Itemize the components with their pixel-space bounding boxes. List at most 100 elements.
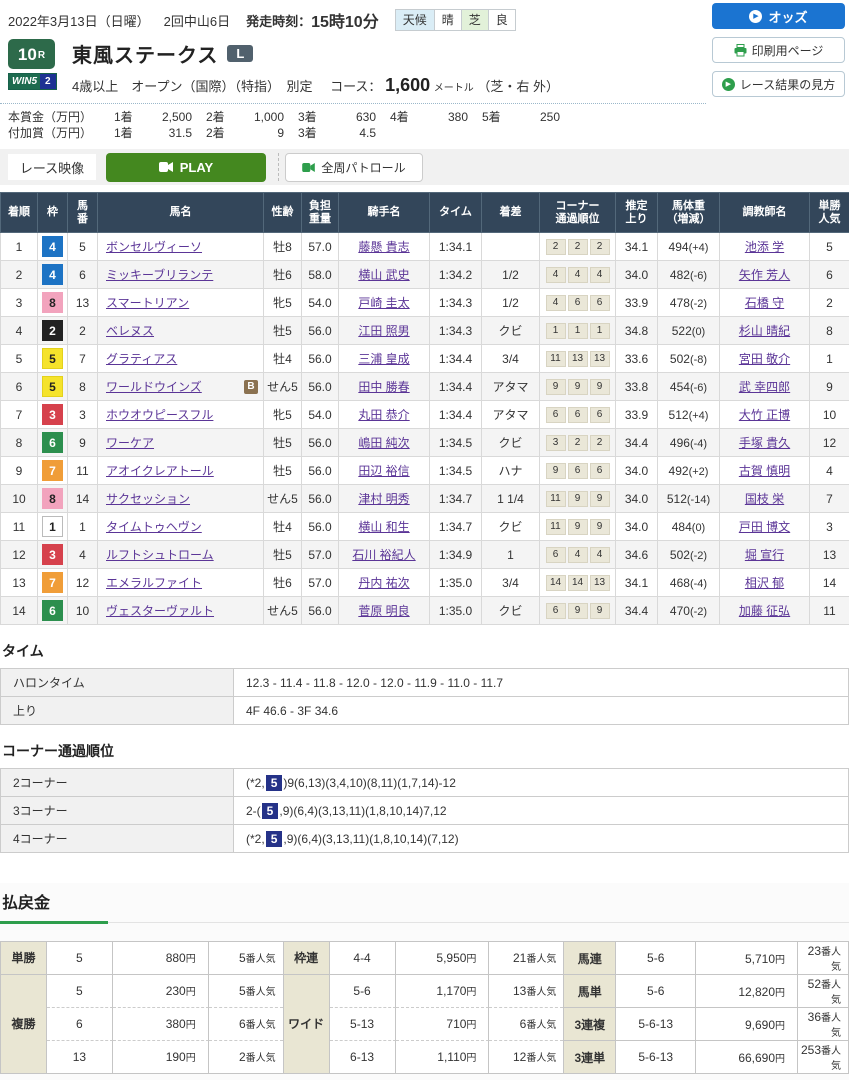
- payout-favorite-rank: 5番人気: [209, 974, 283, 1007]
- carried-weight: 57.0: [302, 233, 339, 261]
- horse-name-link[interactable]: ベレヌス: [106, 324, 154, 338]
- trainer-link[interactable]: 石橋 守: [745, 296, 784, 310]
- trainer-link[interactable]: 古賀 慎明: [739, 464, 790, 478]
- jockey-link[interactable]: 横山 和生: [358, 520, 409, 534]
- corner-passing-cell: 666: [540, 401, 616, 429]
- horse-number: 7: [68, 345, 98, 373]
- sex-age: 牡5: [264, 457, 302, 485]
- payout-amount: 5,710円: [696, 942, 798, 974]
- horse-number: 3: [68, 401, 98, 429]
- prize-place-label: 2着: [206, 109, 234, 125]
- race-video-button[interactable]: レース映像: [8, 154, 96, 180]
- sex-age: 牡6: [264, 261, 302, 289]
- jockey-cell: 菅原 明良: [339, 597, 430, 625]
- jockey-link[interactable]: 戸崎 圭太: [358, 296, 409, 310]
- horse-name-link[interactable]: ホウオウピースフル: [106, 408, 213, 422]
- corner-position: 6: [590, 295, 610, 311]
- favorite-suffix: 番人気: [526, 1020, 556, 1031]
- finish-position: 14: [1, 597, 38, 625]
- jockey-link[interactable]: 丹内 祐次: [358, 576, 409, 590]
- corner-row-label: 2コーナー: [1, 769, 234, 797]
- horse-name-link[interactable]: スマートリアン: [106, 296, 189, 310]
- horse-name-link[interactable]: グラティアス: [106, 352, 177, 366]
- margin: 1: [482, 541, 540, 569]
- trainer-link[interactable]: 杉山 晴紀: [739, 324, 790, 338]
- horse-name-link[interactable]: ミッキーブリランテ: [106, 268, 213, 282]
- play-button[interactable]: PLAY: [106, 153, 266, 182]
- horse-name-link[interactable]: ヴェスターヴァルト: [106, 604, 214, 618]
- results-guide-button[interactable]: ▶ レース結果の見方: [712, 71, 845, 97]
- jockey-link[interactable]: 三浦 皇成: [358, 352, 409, 366]
- horse-name-link[interactable]: ワールドウインズ: [106, 380, 202, 394]
- body-weight-diff: (-6): [690, 382, 707, 394]
- margin: クビ: [482, 597, 540, 625]
- horse-name-link[interactable]: ワーケア: [106, 436, 154, 450]
- body-weight-diff: (+4): [689, 410, 709, 422]
- jockey-link[interactable]: 江田 照男: [358, 324, 409, 338]
- time-row: ハロンタイム12.3 - 11.4 - 11.8 - 12.0 - 12.0 -…: [1, 669, 849, 697]
- favorite-suffix: 番人気: [526, 1053, 556, 1064]
- jockey-link[interactable]: 藤懸 貴志: [358, 240, 409, 254]
- trainer-link[interactable]: 手塚 貴久: [739, 436, 790, 450]
- frame-number-badge: 3: [42, 404, 63, 425]
- horse-name-link[interactable]: ボンセルヴィーソ: [106, 240, 202, 254]
- trainer-link[interactable]: 堀 宣行: [745, 548, 784, 562]
- horse-name-link[interactable]: エメラルファイト: [106, 576, 202, 590]
- jockey-link[interactable]: 菅原 明良: [358, 604, 409, 618]
- frame-cell: 3: [38, 401, 68, 429]
- trainer-link[interactable]: 相沢 郁: [745, 576, 784, 590]
- payout-amount: 1,170円: [396, 974, 490, 1007]
- finish-position: 11: [1, 513, 38, 541]
- yen-suffix: 円: [775, 988, 785, 999]
- play-label: PLAY: [180, 160, 213, 175]
- jockey-link[interactable]: 丸田 恭介: [358, 408, 409, 422]
- jockey-link[interactable]: 石川 裕紀人: [352, 548, 415, 562]
- finish-position: 3: [1, 289, 38, 317]
- corner-row-value: (*2,5,9)(6,4)(3,13,11)(1,8,10,14)(7,12): [234, 825, 849, 853]
- trainer-link[interactable]: 国枝 栄: [745, 492, 784, 506]
- sex-age: 牡8: [264, 233, 302, 261]
- trainer-link[interactable]: 池添 学: [745, 240, 784, 254]
- corner-position: 2: [546, 239, 566, 255]
- estimated-last-3f: 34.0: [616, 485, 658, 513]
- odds-button[interactable]: ▶ オッズ: [712, 3, 845, 29]
- jockey-link[interactable]: 横山 武史: [358, 268, 409, 282]
- jockey-link[interactable]: 嶋田 純次: [358, 436, 409, 450]
- carried-weight: 56.0: [302, 485, 339, 513]
- win5-badge: WIN52: [8, 73, 57, 90]
- frame-cell: 7: [38, 457, 68, 485]
- corner-position: 9: [568, 491, 588, 507]
- trainer-link[interactable]: 大竹 正博: [739, 408, 790, 422]
- jockey-link[interactable]: 田辺 裕信: [358, 464, 409, 478]
- frame-cell: 7: [38, 569, 68, 597]
- horse-name-link[interactable]: タイムトゥヘヴン: [106, 520, 202, 534]
- result-row: 1234ルフトシュトローム牡557.0石川 裕紀人1:34.9164434.65…: [1, 541, 849, 569]
- jockey-link[interactable]: 田中 勝春: [358, 380, 409, 394]
- trainer-link[interactable]: 加藤 征弘: [739, 604, 790, 618]
- margin: 3/4: [482, 569, 540, 597]
- corner-position: 4: [568, 547, 588, 563]
- race-title: 東風ステークス: [72, 39, 218, 68]
- corner-position: 11: [546, 351, 566, 367]
- payout-type-label: 枠連: [284, 942, 330, 974]
- patrol-video-button[interactable]: 全周パトロール: [285, 153, 423, 182]
- payout-type-label: 単勝: [1, 942, 47, 974]
- corner-position: 2: [568, 239, 588, 255]
- finish-time: 1:34.5: [430, 429, 482, 457]
- jockey-link[interactable]: 津村 明秀: [358, 492, 409, 506]
- trainer-link[interactable]: 戸田 博文: [739, 520, 790, 534]
- dotted-separator: [0, 103, 706, 104]
- trainer-link[interactable]: 宮田 敬介: [739, 352, 790, 366]
- corner-position: 4: [590, 267, 610, 283]
- corner-position: 6: [546, 547, 566, 563]
- horse-name-link[interactable]: ルフトシュトローム: [106, 548, 214, 562]
- yen-suffix: 円: [775, 1021, 785, 1032]
- horse-name-link[interactable]: サクセッション: [106, 492, 190, 506]
- corner-passing-cell: 644: [540, 541, 616, 569]
- trainer-link[interactable]: 矢作 芳人: [739, 268, 790, 282]
- carried-weight: 56.0: [302, 457, 339, 485]
- print-page-button[interactable]: 印刷用ページ: [712, 37, 845, 63]
- horse-name-link[interactable]: アオイクレアトール: [106, 464, 214, 478]
- trainer-link[interactable]: 武 幸四郎: [739, 380, 790, 394]
- frame-number-badge: 1: [42, 516, 63, 537]
